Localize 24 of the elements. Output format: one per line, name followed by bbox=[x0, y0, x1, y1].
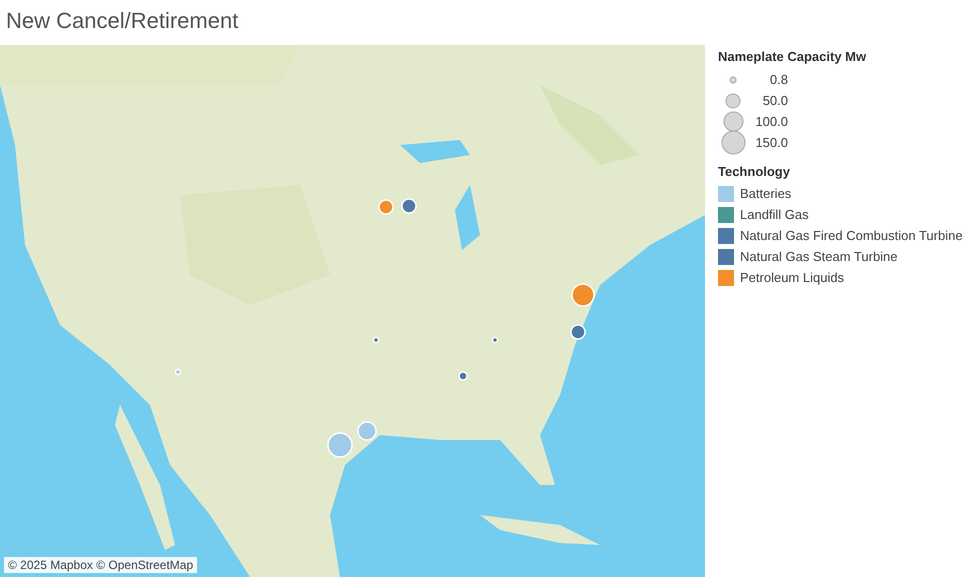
data-point[interactable] bbox=[570, 324, 586, 340]
size-label: 100.0 bbox=[754, 112, 788, 131]
data-point[interactable] bbox=[378, 199, 394, 215]
data-point[interactable] bbox=[372, 336, 380, 344]
legend-title: Nameplate Capacity Mw bbox=[718, 49, 868, 65]
legend-label: Landfill Gas bbox=[740, 206, 809, 224]
size-label: 0.8 bbox=[768, 70, 788, 89]
map-attribution: © 2025 Mapbox © OpenStreetMap bbox=[4, 557, 198, 573]
size-label: 50.0 bbox=[762, 92, 788, 110]
size-circle-icon bbox=[729, 76, 737, 84]
legend-label: Petroleum Liquids bbox=[740, 268, 844, 287]
legend-label: Natural Gas Fired Combustion Turbine bbox=[740, 226, 963, 245]
data-point[interactable] bbox=[571, 283, 595, 307]
size-circle-icon bbox=[720, 130, 746, 155]
legend-title: Technology bbox=[718, 164, 791, 180]
data-point[interactable] bbox=[492, 336, 498, 344]
legend-label: Natural Gas Steam Turbine bbox=[740, 248, 898, 266]
data-point[interactable] bbox=[458, 371, 468, 381]
size-label: 150.0 bbox=[754, 134, 788, 152]
chart-title: New Cancel/Retirement bbox=[6, 7, 238, 35]
data-point[interactable] bbox=[401, 198, 417, 214]
legend-label: Batteries bbox=[740, 184, 792, 203]
size-circle-icon bbox=[722, 111, 744, 132]
size-circle-icon bbox=[725, 92, 741, 108]
